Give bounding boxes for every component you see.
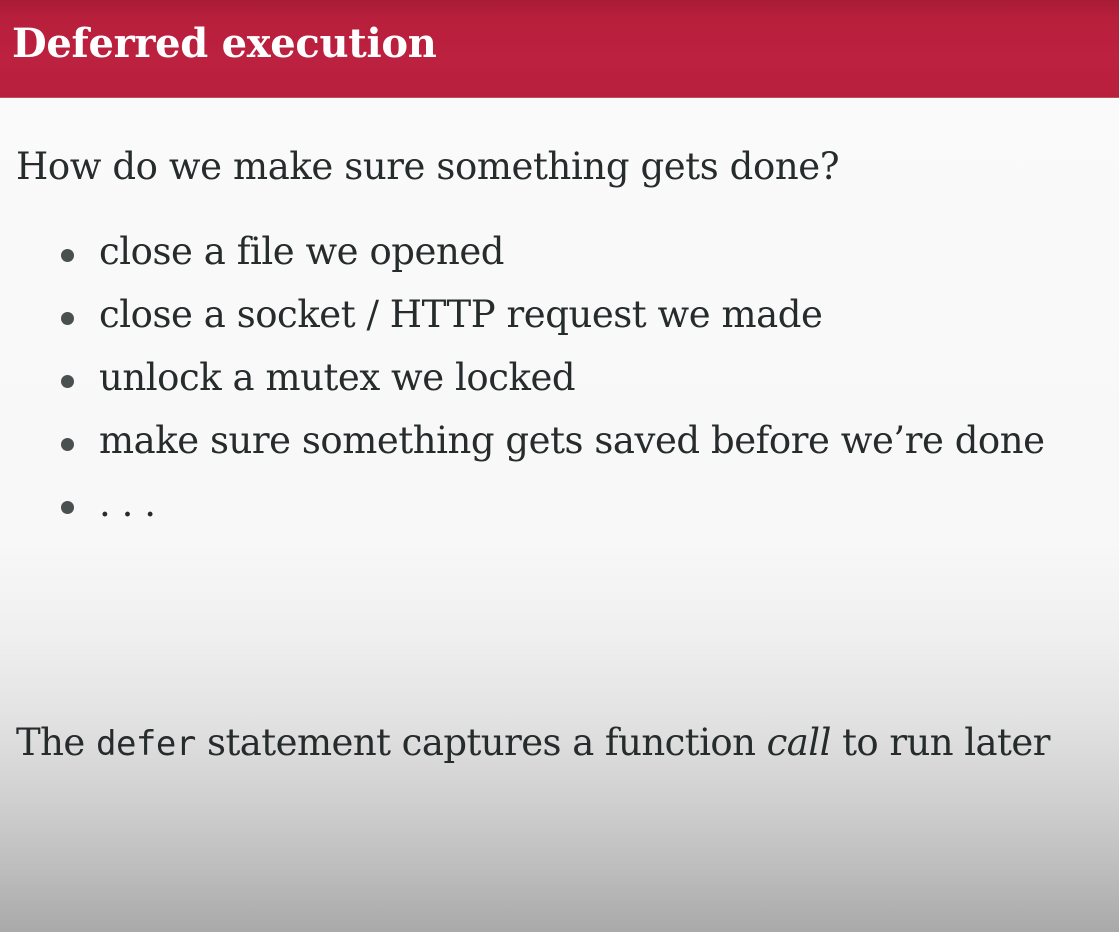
bullet-text: close a file we opened <box>99 230 505 273</box>
bullet-text: unlock a mutex we locked <box>99 356 576 399</box>
bullet-dot-icon <box>61 249 74 262</box>
statement-text: to run later <box>830 721 1050 764</box>
slide-question: How do we make sure something gets done? <box>16 145 840 188</box>
defer-keyword: defer <box>95 724 196 764</box>
bullet-text: close a socket / HTTP request we made <box>99 293 823 336</box>
bullet-dot-icon <box>61 375 74 388</box>
bullet-dot-icon <box>61 501 74 514</box>
bullet-dot-icon <box>61 312 74 325</box>
bullet-dot-icon <box>61 438 74 451</box>
bullet-text: make sure something gets saved before we… <box>99 419 1045 462</box>
title-bar: Deferred execution <box>0 0 1119 98</box>
statement-text: statement captures a function <box>195 721 767 764</box>
call-emphasis: call <box>766 721 832 764</box>
slide-title: Deferred execution <box>12 20 437 67</box>
bullet-text: . . . <box>99 482 156 525</box>
defer-statement: The defer statement captures a function … <box>16 719 1050 768</box>
statement-text: The <box>16 721 96 764</box>
